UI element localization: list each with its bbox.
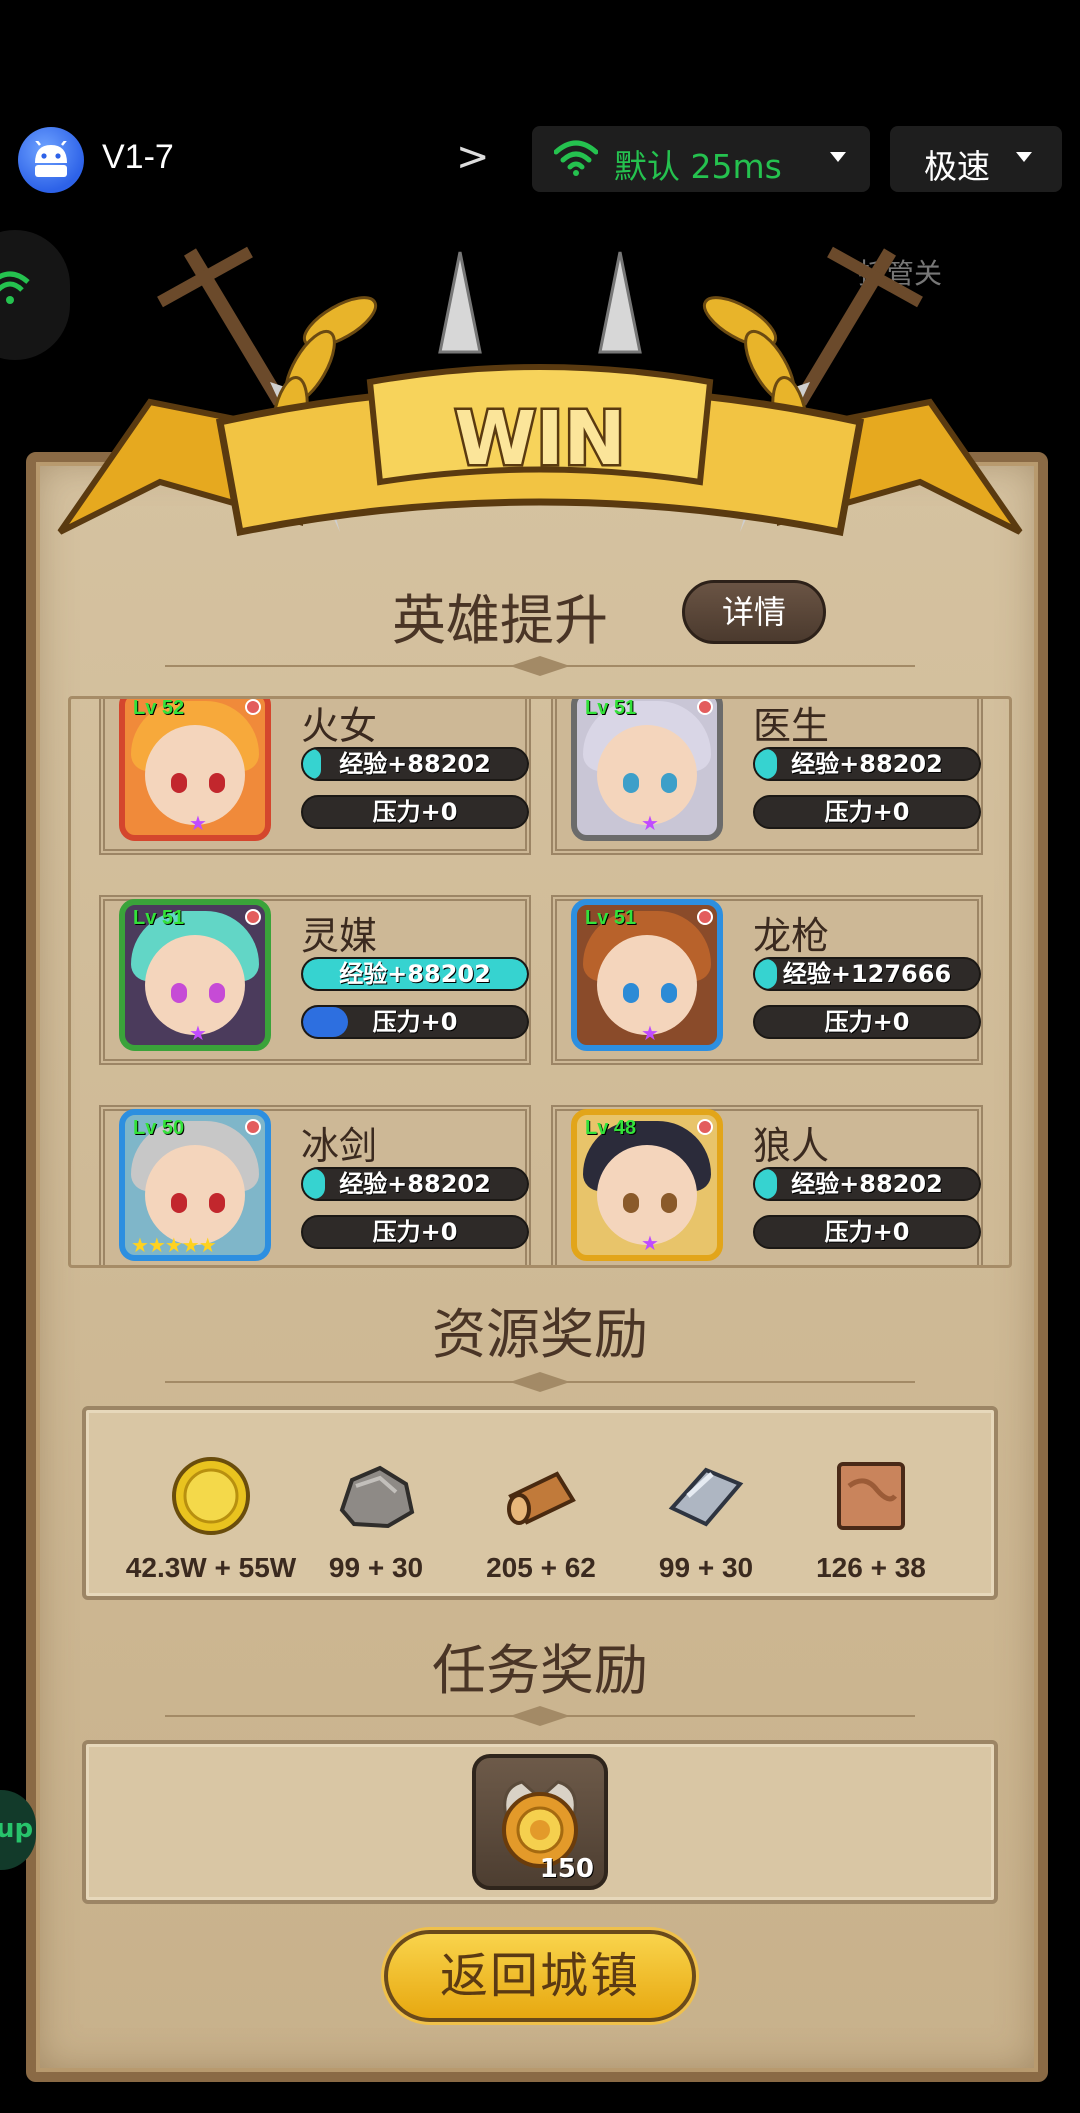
stone-icon	[339, 1465, 415, 1529]
hero-section-title: 英雄提升	[392, 589, 608, 652]
hero-card[interactable]: Lv 51 ★ 医生 经验+88202 压力+0	[551, 697, 983, 855]
exp-bar: 经验+88202	[301, 1167, 529, 1201]
wifi-icon	[0, 271, 30, 304]
hero-level: Lv 48	[585, 1117, 637, 1139]
resource-qty: 126 + 38	[816, 1552, 926, 1583]
resource-qty: 205 + 62	[486, 1552, 596, 1583]
notification-dot	[245, 1119, 261, 1135]
hero-level: Lv 51	[133, 907, 185, 929]
hero-portrait: Lv 51 ★	[119, 899, 271, 1051]
resource-reward-box: 42.3W + 55W 99 + 30 205 + 62 99 + 30 126…	[82, 1406, 998, 1600]
detail-button[interactable]: 详情	[682, 580, 826, 644]
win-banner: WIN	[57, 246, 1023, 537]
exp-bar: 经验+88202	[301, 747, 529, 781]
task-reward-item[interactable]: 150	[472, 1754, 608, 1890]
notification-dot	[245, 909, 261, 925]
caret-down-icon	[830, 152, 846, 162]
resource-section-title: 资源奖励	[432, 1303, 648, 1366]
hero-name: 冰剑	[301, 1124, 378, 1168]
divider	[165, 1706, 915, 1726]
chevron-right-icon[interactable]: >	[456, 134, 490, 180]
hero-card[interactable]: Lv 48 ★ 狼人 经验+88202 压力+0	[551, 1105, 983, 1265]
hero-level: Lv 50	[133, 1117, 185, 1139]
star-icon: ★	[189, 1021, 207, 1045]
divider	[165, 1372, 915, 1392]
return-to-town-button[interactable]: 返回城镇	[384, 1930, 696, 2022]
hero-name: 狼人	[753, 1124, 830, 1168]
star-icon: ★	[641, 1231, 659, 1255]
level-code: V1-7	[102, 138, 174, 176]
star-icon: ★	[641, 1021, 659, 1045]
network-label: 默认 25ms	[614, 147, 782, 186]
pressure-bar: 压力+0	[301, 1005, 529, 1039]
hero-name: 龙枪	[753, 914, 830, 958]
hero-card[interactable]: Lv 52 ★ 火女 经验+88202 压力+0	[99, 697, 531, 855]
pressure-bar: 压力+0	[753, 1005, 981, 1039]
wifi-icon	[554, 140, 598, 176]
notification-dot	[697, 699, 713, 715]
divider	[165, 656, 915, 676]
top-bar: V1-7 > 默认 25ms 极速	[0, 120, 1080, 200]
task-reward-qty: 150	[539, 1854, 594, 1884]
hero-card[interactable]: Lv 51 ★ 龙枪 经验+127666 压力+0	[551, 895, 983, 1065]
resource-qty: 99 + 30	[328, 1552, 424, 1583]
hero-level: Lv 51	[585, 697, 637, 719]
win-title: WIN	[454, 396, 625, 482]
hero-name: 火女	[301, 704, 378, 748]
hero-portrait: Lv 51 ★	[571, 697, 723, 841]
exp-bar: 经验+88202	[753, 747, 981, 781]
spear-icon	[598, 251, 642, 354]
notification-dot	[245, 699, 261, 715]
star-icon: ★	[189, 811, 207, 835]
network-selector[interactable]: 默认 25ms	[532, 126, 870, 192]
speed-label: 极速	[924, 147, 990, 186]
hero-name: 灵媒	[301, 914, 378, 958]
task-section-title: 任务奖励	[432, 1639, 648, 1702]
hero-card[interactable]: Lv 51 ★ 灵媒 经验+88202 压力+0	[99, 895, 531, 1065]
hero-portrait: Lv 51 ★	[571, 899, 723, 1051]
hero-list[interactable]: Lv 52 ★ 火女 经验+88202 压力+0 Lv 51 ★ 医生 经验+8…	[68, 696, 1012, 1268]
hero-portrait: Lv 48 ★	[571, 1109, 723, 1261]
wood-log-icon	[507, 1471, 576, 1525]
pressure-bar: 压力+0	[753, 1215, 981, 1249]
gold-coin-icon	[172, 1457, 250, 1535]
iron-ingot-icon	[668, 1467, 744, 1527]
hero-portrait: Lv 50 ★★★★★	[119, 1109, 271, 1261]
hero-name: 医生	[753, 704, 830, 748]
pressure-bar: 压力+0	[753, 795, 981, 829]
hero-portrait: Lv 52 ★	[119, 697, 271, 841]
hero-level: Lv 52	[133, 697, 185, 719]
hero-card[interactable]: Lv 50 ★★★★★ 冰剑 经验+88202 压力+0	[99, 1105, 531, 1265]
hero-level: Lv 51	[585, 907, 637, 929]
exp-bar: 经验+88202	[301, 957, 529, 991]
android-icon[interactable]	[18, 127, 84, 193]
speed-selector[interactable]: 极速	[890, 126, 1062, 192]
exp-bar: 经验+127666	[753, 957, 981, 991]
notification-dot	[697, 909, 713, 925]
star-icon: ★	[641, 811, 659, 835]
caret-down-icon	[1016, 152, 1032, 162]
exp-bar: 经验+88202	[753, 1167, 981, 1201]
spear-icon	[438, 251, 482, 354]
pressure-bar: 压力+0	[301, 795, 529, 829]
resource-qty: 42.3W + 55W	[125, 1552, 297, 1583]
pressure-bar: 压力+0	[301, 1215, 529, 1249]
notification-dot	[697, 1119, 713, 1135]
leather-icon	[837, 1462, 905, 1530]
resource-qty: 99 + 30	[658, 1552, 754, 1583]
star-rating: ★★★★★	[131, 1233, 217, 1257]
